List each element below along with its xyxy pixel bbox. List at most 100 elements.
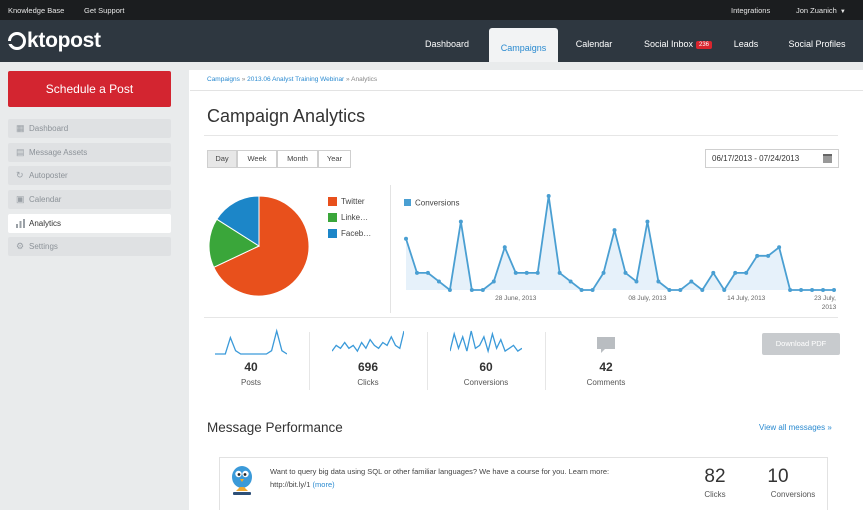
view-all-messages-link[interactable]: View all messages »: [759, 423, 832, 432]
breadcrumb: Campaigns » 2013.06 Analyst Training Web…: [207, 76, 377, 83]
date-range-picker[interactable]: 06/17/2013 - 07/24/2013: [705, 149, 839, 168]
stat-value: 696: [357, 360, 379, 374]
breadcrumb-divider: [190, 90, 863, 91]
stat-label: Comments: [586, 378, 626, 387]
get-support-link[interactable]: Get Support: [84, 6, 124, 15]
integrations-link[interactable]: Integrations: [731, 6, 770, 15]
comment-icon: [597, 337, 615, 353]
social-inbox-label: Social Inbox: [643, 39, 693, 49]
data-point: [480, 288, 485, 292]
data-point: [568, 279, 573, 284]
data-point: [788, 288, 793, 292]
message-clicks-value: 82: [704, 466, 726, 487]
conversions-line-chart: Conversions 28 June, 2013 08 July, 2013 14 …: [404, 194, 837, 311]
period-day-button[interactable]: Day: [207, 150, 237, 168]
sidebar-item-label: Settings: [29, 242, 58, 251]
knowledge-base-link[interactable]: Knowledge Base: [8, 6, 64, 15]
data-point: [491, 279, 496, 284]
breadcrumb-separator: »: [346, 76, 350, 83]
top-utility-bar: Knowledge Base Get Support Integrations …: [0, 0, 863, 20]
stat-value: 42: [599, 360, 613, 374]
period-month-button[interactable]: Month: [277, 150, 318, 168]
refresh-icon: ↻: [16, 170, 24, 180]
period-week-button[interactable]: Week: [237, 150, 277, 168]
sidebar-item-autoposter[interactable]: ↻ Autoposter: [8, 166, 171, 185]
data-point: [546, 194, 551, 198]
data-point: [700, 288, 705, 292]
message-text: Want to query big data using SQL or othe…: [270, 465, 660, 491]
sidebar-item-calendar[interactable]: ▣ Calendar: [8, 190, 171, 209]
data-point: [744, 270, 749, 275]
breadcrumb-current: Analytics: [351, 76, 378, 83]
date-range-value: 06/17/2013 - 07/24/2013: [712, 154, 800, 163]
sidebar-item-label: Calendar: [29, 195, 62, 204]
data-point: [821, 288, 826, 292]
data-point: [404, 236, 408, 241]
conversions-sparkline: [450, 330, 522, 354]
oktopost-logo[interactable]: ktopost: [7, 29, 101, 53]
sidebar-item-analytics[interactable]: Analytics: [8, 214, 171, 233]
breadcrumb-campaign[interactable]: 2013.06 Analyst Training Webinar: [247, 76, 344, 83]
calendar-icon: [823, 154, 832, 163]
data-point: [447, 288, 452, 292]
sidebar-item-settings[interactable]: ⚙ Settings: [8, 237, 171, 256]
data-point: [436, 279, 441, 284]
sidebar-item-dashboard[interactable]: ▦ Dashboard: [8, 119, 171, 138]
sidebar-item-label: Analytics: [29, 219, 62, 228]
logo-mark-icon: [7, 32, 26, 50]
inbox-count-badge: 236: [696, 41, 713, 49]
nav-calendar[interactable]: Calendar: [566, 20, 622, 62]
data-point: [557, 270, 562, 275]
stat-label: Clicks: [357, 378, 379, 387]
user-name: Jon Zuanich: [796, 6, 837, 15]
x-tick-label: 08 July, 2013: [628, 295, 667, 302]
nav-campaigns[interactable]: Campaigns: [489, 28, 558, 62]
user-menu[interactable]: Jon Zuanich ▼: [796, 6, 846, 15]
x-tick-label: 28 June, 2013: [495, 295, 537, 302]
data-point: [513, 270, 518, 275]
more-link[interactable]: (more): [313, 480, 335, 489]
sparkline-path: [332, 330, 404, 353]
data-point: [689, 279, 694, 284]
data-point: [766, 253, 771, 258]
data-point: [535, 270, 540, 275]
nav-social-inbox[interactable]: Social Inbox 236: [632, 20, 724, 62]
stat-separator: [427, 332, 428, 390]
caret-down-icon: ▼: [839, 9, 846, 15]
sidebar-item-label: Autoposter: [29, 171, 68, 180]
breadcrumb-separator: »: [241, 76, 246, 83]
schedule-post-button[interactable]: Schedule a Post: [8, 71, 171, 107]
data-point: [755, 253, 760, 258]
pie-legend-item: Faceb…: [328, 229, 371, 239]
data-point: [722, 288, 727, 292]
breadcrumb-campaigns[interactable]: Campaigns: [207, 76, 240, 83]
page-title: Campaign Analytics: [207, 106, 366, 126]
sidebar-item-message-assets[interactable]: ▤ Message Assets: [8, 143, 171, 162]
data-point: [645, 219, 650, 224]
stat-label: Posts: [240, 378, 261, 387]
chart-legend-label: Conversions: [415, 199, 459, 208]
data-point: [711, 270, 716, 275]
legend-swatch: [404, 199, 411, 206]
data-point: [634, 279, 639, 284]
database-icon: ▤: [16, 147, 25, 157]
data-point: [425, 270, 430, 275]
legend-swatch: [328, 229, 337, 238]
nav-dashboard[interactable]: Dashboard: [416, 20, 478, 62]
sparkline-path: [450, 330, 522, 354]
legend-label: Faceb…: [341, 229, 372, 238]
message-link[interactable]: http://bit.ly/1: [270, 480, 310, 489]
data-point: [777, 245, 782, 250]
channel-pie-chart: [208, 195, 310, 297]
data-point: [667, 288, 672, 292]
nav-leads[interactable]: Leads: [726, 20, 766, 62]
data-point: [678, 288, 683, 292]
sidebar-item-label: Message Assets: [29, 148, 88, 157]
data-point: [524, 270, 529, 275]
pie-legend-item: Linke…: [328, 213, 368, 223]
download-pdf-button[interactable]: Download PDF: [762, 333, 840, 355]
period-year-button[interactable]: Year: [318, 150, 351, 168]
nav-social-profiles[interactable]: Social Profiles: [778, 20, 856, 62]
pie-legend-item: Twitter: [328, 197, 365, 207]
stat-label: Conversions: [463, 378, 509, 387]
